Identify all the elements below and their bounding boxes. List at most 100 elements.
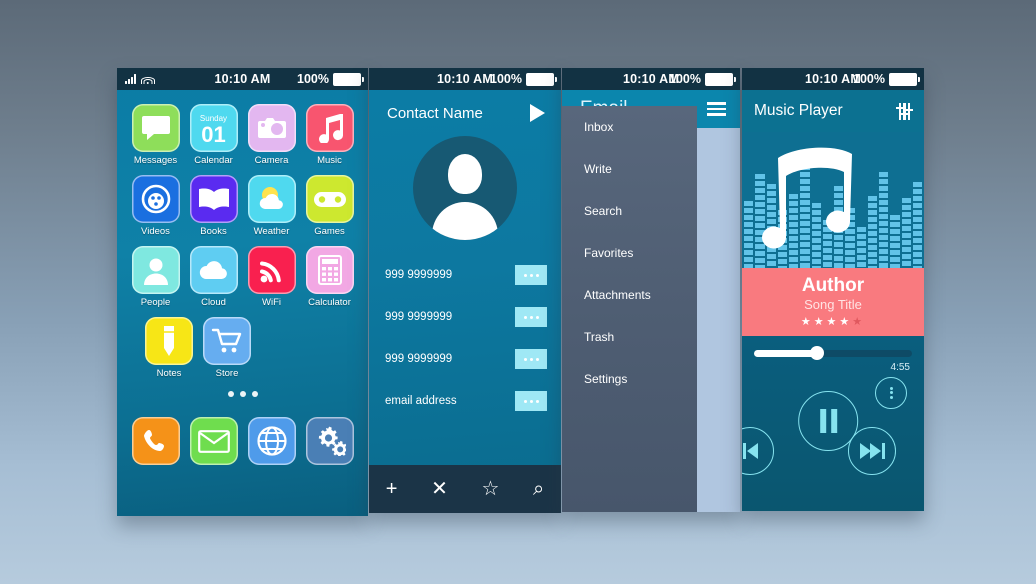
camera-icon (247, 104, 296, 152)
music-note-icon (305, 104, 354, 152)
app-videos[interactable]: Videos (131, 175, 180, 237)
globe-icon (247, 417, 296, 465)
sun-cloud-icon (247, 175, 296, 223)
phone-handset-icon (131, 417, 180, 465)
equalizer-settings-icon[interactable] (896, 102, 912, 120)
phone-music-screen: 10:10 AM 100% Music Player Author Song T… (742, 68, 924, 511)
contact-value: email address (385, 395, 457, 407)
app-wifi[interactable]: WiFi (247, 246, 296, 308)
playback-controls (742, 373, 924, 511)
app-cloud[interactable]: Cloud (189, 246, 238, 308)
app-label: Camera (254, 155, 289, 166)
phone-contact-screen: 10:10 AM 100% Contact Name 999 9999999 9… (369, 68, 561, 513)
ellipsis-icon[interactable] (515, 349, 547, 369)
app-label: Cloud (201, 297, 226, 308)
progress-slider[interactable] (754, 346, 912, 361)
ellipsis-icon[interactable] (515, 265, 547, 285)
add-contact-button[interactable]: + (386, 479, 398, 499)
contact-row-phone-1[interactable]: 999 9999999 (369, 254, 561, 296)
app-row: Notes Store (117, 317, 368, 379)
hamburger-menu-icon[interactable] (707, 102, 726, 116)
battery-percent: 100% (853, 72, 885, 86)
app-label: Videos (141, 226, 170, 237)
app-music[interactable]: Music (305, 104, 354, 166)
screenshot-stage: 10:10 AM 100% Messages Sunday 01 Calenda… (0, 0, 1036, 584)
track-info: Author Song Title ★★★★★ (742, 268, 924, 336)
dock (117, 417, 368, 465)
vertical-ellipsis-icon[interactable] (875, 376, 907, 409)
app-people[interactable]: People (131, 246, 180, 308)
menu-item-attachments[interactable]: Attachments (562, 274, 697, 316)
phone-email-screen: 10:10 AM 100% Email Inbox Write Search F… (562, 68, 740, 512)
app-label: Calendar (194, 155, 233, 166)
envelope-icon (189, 417, 238, 465)
battery-icon (526, 72, 557, 86)
app-row: Messages Sunday 01 Calendar Camera Music (117, 104, 368, 166)
contact-header: Contact Name (369, 90, 561, 126)
status-bar-home: 10:10 AM 100% (117, 68, 368, 90)
app-label: Weather (253, 226, 290, 237)
battery-percent: 100% (490, 72, 522, 86)
menu-item-favorites[interactable]: Favorites (562, 232, 697, 274)
contact-toolbar: + ✕ ☆ ⌕ (369, 465, 561, 513)
menu-item-write[interactable]: Write (562, 148, 697, 190)
album-artwork (742, 132, 924, 268)
menu-item-search[interactable]: Search (562, 190, 697, 232)
track-title: Song Title (804, 296, 862, 312)
person-icon (131, 246, 180, 294)
dock-browser[interactable] (247, 417, 296, 465)
progress-knob[interactable] (810, 346, 825, 361)
pencil-icon (145, 317, 193, 365)
app-label: Store (215, 368, 239, 379)
delete-contact-button[interactable]: ✕ (431, 479, 448, 499)
app-books[interactable]: Books (189, 175, 238, 237)
dock-phone[interactable] (131, 417, 180, 465)
progress-fill (754, 349, 818, 357)
contact-row-phone-2[interactable]: 999 9999999 (369, 296, 561, 338)
app-store[interactable]: Store (203, 317, 251, 379)
app-camera[interactable]: Camera (247, 104, 296, 166)
email-menu-drawer: Inbox Write Search Favorites Attachments… (562, 106, 697, 512)
menu-item-inbox[interactable]: Inbox (562, 106, 697, 148)
app-label: Games (314, 226, 345, 237)
app-calculator[interactable]: Calculator (305, 246, 354, 308)
previous-track-icon[interactable] (742, 426, 774, 475)
menu-item-settings[interactable]: Settings (562, 358, 697, 400)
search-contact-button[interactable]: ⌕ (533, 479, 544, 499)
status-battery: 100% (297, 72, 364, 86)
app-label: Messages (133, 155, 178, 166)
play-triangle-icon[interactable] (530, 104, 545, 122)
contact-value: 999 9999999 (385, 353, 453, 365)
ellipsis-icon[interactable] (515, 391, 547, 411)
contact-detail-list: 999 9999999 999 9999999 999 9999999 emai… (369, 254, 561, 422)
dock-settings[interactable] (305, 417, 354, 465)
app-weather[interactable]: Weather (247, 175, 296, 237)
dock-mail[interactable] (189, 417, 238, 465)
contact-row-email[interactable]: email address (369, 380, 561, 422)
track-duration: 4:55 (890, 361, 910, 373)
app-notes[interactable]: Notes (145, 317, 193, 379)
app-games[interactable]: Games (305, 175, 354, 237)
ellipsis-icon[interactable] (515, 307, 547, 327)
battery-icon (333, 72, 364, 86)
status-battery: 100% (490, 72, 557, 86)
gamepad-icon (305, 175, 354, 223)
favorite-contact-button[interactable]: ☆ (481, 479, 499, 499)
track-rating[interactable]: ★★★★★ (742, 315, 924, 328)
app-calendar[interactable]: Sunday 01 Calendar (189, 104, 238, 166)
page-indicator-dots[interactable] (117, 391, 368, 397)
chat-bubble-icon (131, 104, 180, 152)
contact-row-phone-3[interactable]: 999 9999999 (369, 338, 561, 380)
battery-icon (705, 72, 736, 86)
battery-percent: 100% (669, 72, 701, 86)
track-author: Author (801, 275, 865, 296)
app-messages[interactable]: Messages (131, 104, 180, 166)
menu-item-trash[interactable]: Trash (562, 316, 697, 358)
calendar-day-number: 01 (201, 121, 226, 147)
next-track-icon[interactable] (848, 426, 896, 475)
seek-area: 4:55 (742, 336, 924, 373)
calendar-icon: Sunday 01 (189, 104, 238, 152)
status-bar-email: 10:10 AM 100% (562, 68, 740, 90)
calculator-icon (305, 246, 354, 294)
app-label: People (140, 297, 171, 308)
